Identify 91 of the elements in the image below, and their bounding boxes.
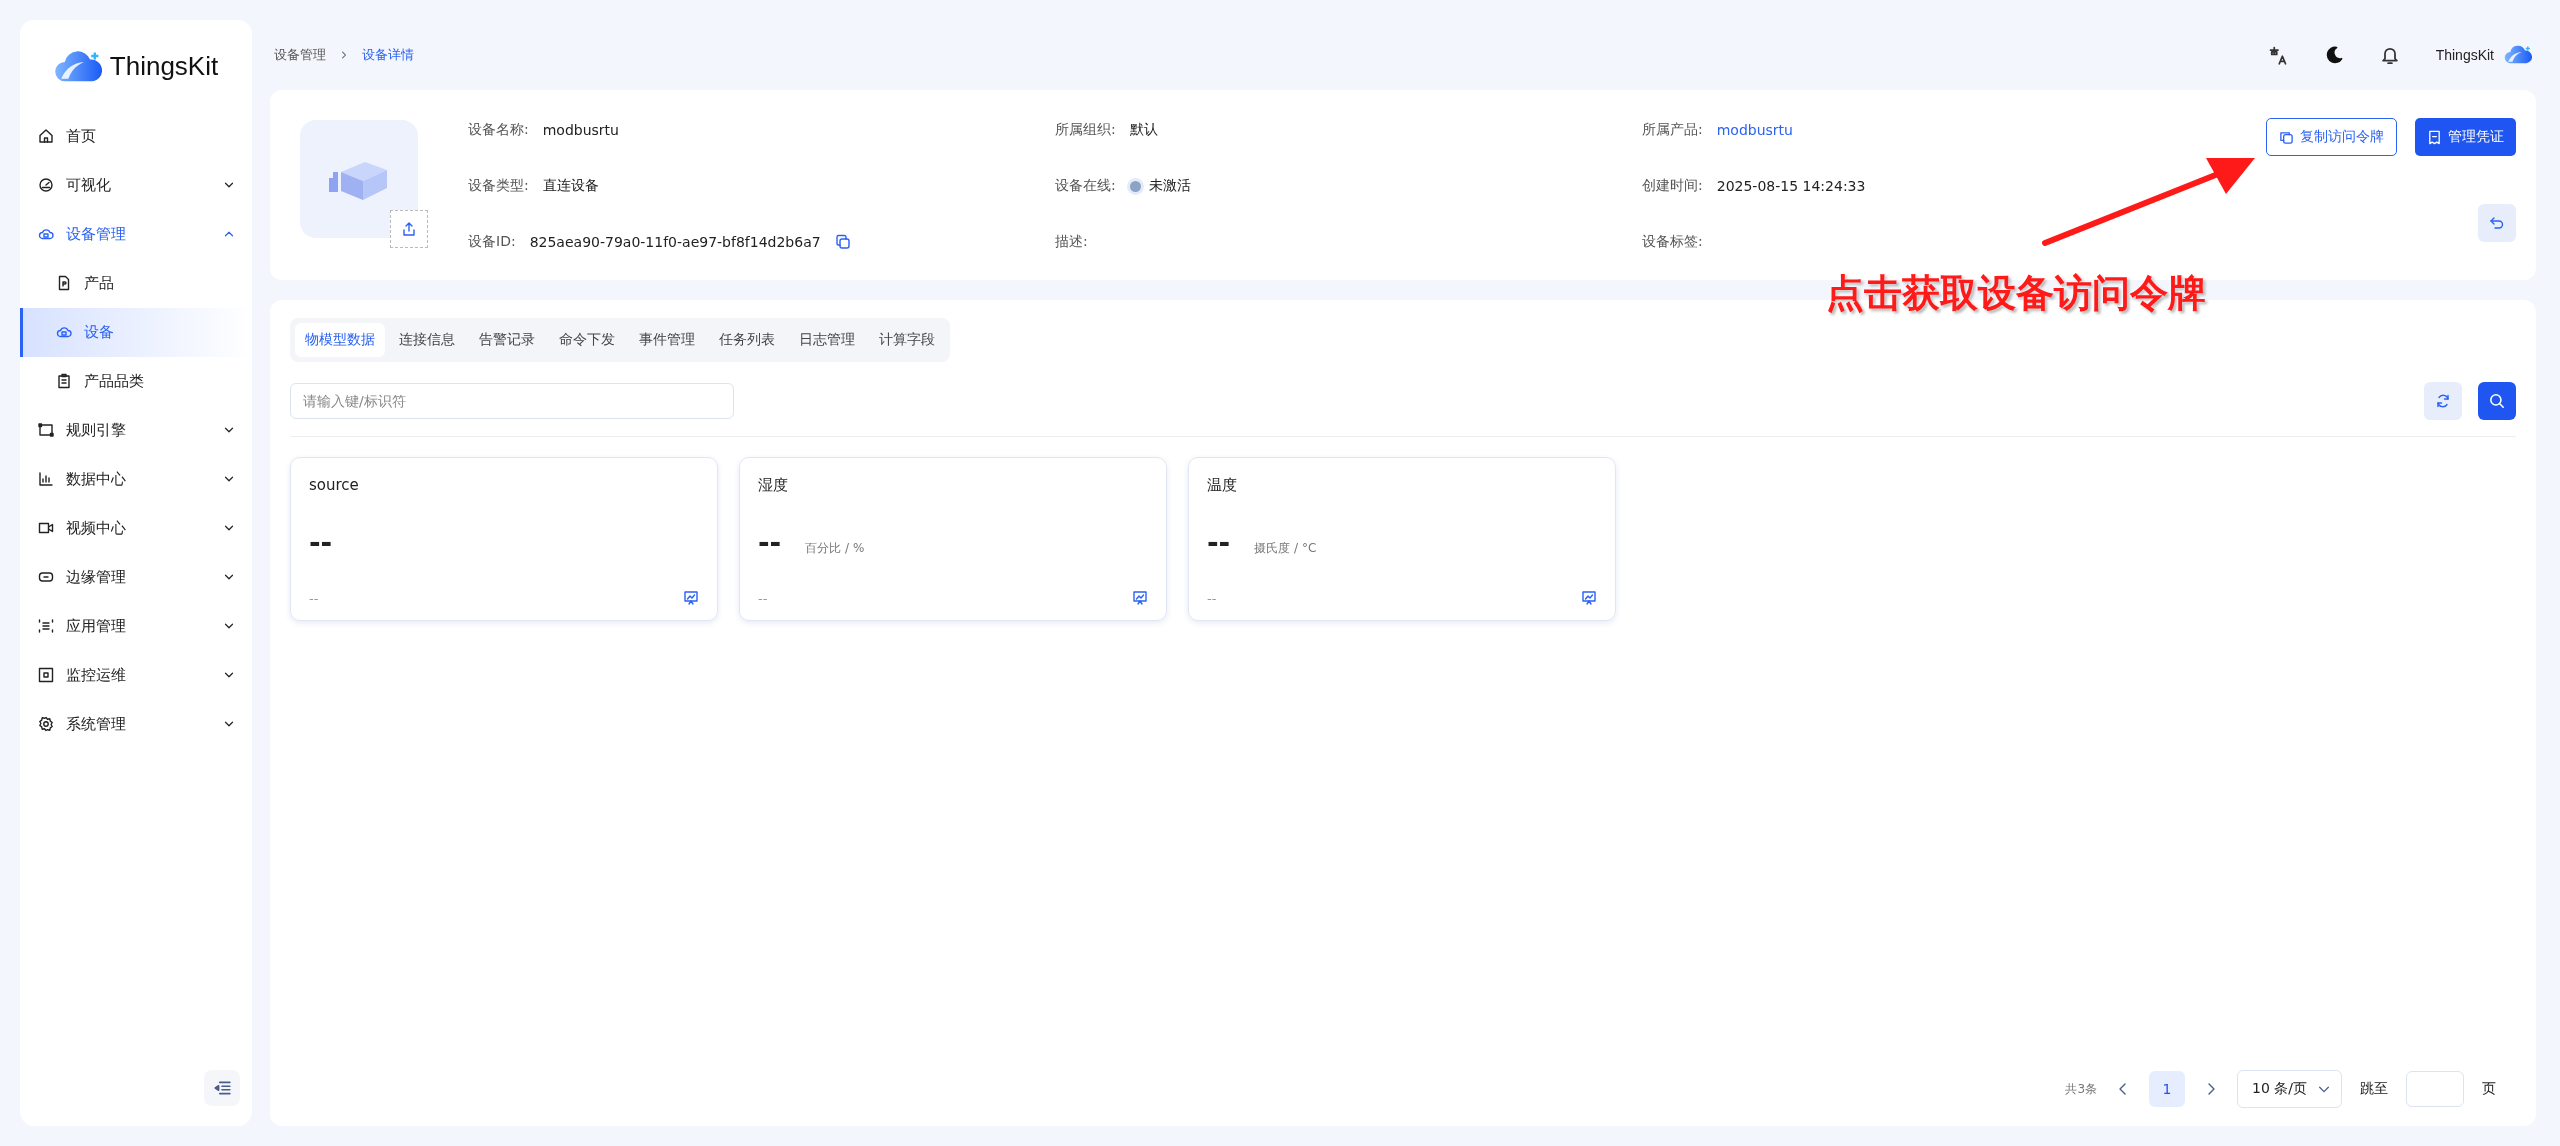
field-value: 2025-08-15 14:24:33 <box>1716 178 1866 194</box>
tab[interactable]: 命令下发 <box>549 323 625 357</box>
field-label: 设备ID: <box>468 233 516 251</box>
copy-icon <box>834 234 851 250</box>
field-label: 描述: <box>1055 233 1088 251</box>
field-label: 所属组织: <box>1055 121 1116 139</box>
manage-credentials-button[interactable]: 管理凭证 <box>2415 118 2516 156</box>
card-time: -- <box>309 590 319 606</box>
page-size-select[interactable]: 10 条/页 <box>2237 1070 2342 1108</box>
menu-item[interactable]: 监控运维 <box>20 650 252 700</box>
home-icon <box>38 128 54 145</box>
gauge-icon <box>38 177 54 194</box>
cloud-logo-icon <box>53 50 102 84</box>
chart-board-icon <box>1132 590 1148 606</box>
page-button[interactable]: 1 <box>2149 1071 2185 1107</box>
field-value: 825aea90-79a0-11f0-ae97-bf8f14d2b6a7 <box>529 234 821 250</box>
receipt-icon <box>2427 129 2442 145</box>
field-label: 设备名称: <box>468 121 529 139</box>
logo-text: ThingsKit <box>109 51 219 83</box>
card-value: -- <box>309 525 333 559</box>
tab[interactable]: 计算字段 <box>869 323 945 357</box>
field-label: 设备标签: <box>1642 233 1703 251</box>
refresh-button[interactable] <box>2424 382 2462 420</box>
scan-icon <box>38 618 54 635</box>
cloud-logo-icon <box>2504 45 2532 65</box>
card-title: 温度 <box>1207 476 1238 495</box>
field-label: 设备类型: <box>468 177 529 195</box>
document-icon <box>56 275 72 292</box>
menu-item[interactable]: 可视化 <box>20 160 252 210</box>
upload-button[interactable] <box>390 210 428 248</box>
tab[interactable]: 事件管理 <box>629 323 705 357</box>
field-value: modbusrtu <box>542 122 619 138</box>
status-dot <box>1129 180 1141 192</box>
collapse-menu-button[interactable] <box>204 1070 240 1106</box>
tab[interactable]: 日志管理 <box>789 323 865 357</box>
menu-item[interactable]: 规则引擎 <box>20 405 252 455</box>
card-unit: 百分比 / % <box>805 540 865 557</box>
menu-item[interactable]: 系统管理 <box>20 699 252 749</box>
card-time: -- <box>758 590 768 606</box>
search-field[interactable]: 请输入键/标识符 <box>290 383 734 419</box>
menu-item[interactable]: 产品 <box>20 258 252 308</box>
search-button[interactable] <box>2478 382 2516 420</box>
card-time: -- <box>1207 590 1217 606</box>
tab[interactable]: 告警记录 <box>469 323 545 357</box>
card-unit: 摄氏度 / °C <box>1254 540 1317 557</box>
refresh-icon <box>2435 393 2451 409</box>
menu-item[interactable]: 边缘管理 <box>20 552 252 602</box>
bar-chart-icon <box>38 471 54 488</box>
card-title: 湿度 <box>758 476 789 495</box>
nodes-icon <box>38 422 54 439</box>
total-count: 共3条 <box>2065 1080 2097 1098</box>
menu-item[interactable]: 首页 <box>20 111 252 161</box>
tab[interactable]: 物模型数据 <box>295 323 385 357</box>
copy-token-button[interactable]: 复制访问令牌 <box>2266 118 2397 156</box>
command-icon <box>38 667 54 684</box>
field-value: 直连设备 <box>542 177 599 195</box>
undo-icon <box>2489 215 2505 231</box>
bell-icon <box>2379 45 2400 65</box>
menu-item[interactable]: 设备管理 <box>20 209 252 259</box>
user-name[interactable]: ThingsKit <box>2435 47 2494 63</box>
field-value: 默认 <box>1129 121 1158 139</box>
chart-board-icon <box>1581 590 1597 606</box>
card-title: source <box>309 476 360 494</box>
jump-label: 跳至 <box>2360 1080 2388 1098</box>
field-label: 创建时间: <box>1642 177 1703 195</box>
annotation-text: 点击获取设备访问令牌 <box>1826 269 2206 317</box>
card-value: -- <box>758 526 782 559</box>
indent-icon <box>213 1079 231 1097</box>
search-icon <box>2488 392 2506 410</box>
tab[interactable]: 连接信息 <box>389 323 465 357</box>
upload-icon <box>401 221 417 237</box>
gear-icon <box>38 716 54 733</box>
back-button[interactable] <box>2478 204 2516 242</box>
field-value: 未激活 <box>1148 177 1191 195</box>
product-link[interactable]: modbusrtu <box>1716 122 1793 138</box>
card-value: -- <box>1207 526 1231 559</box>
menu-item[interactable]: 数据中心 <box>20 454 252 504</box>
menu-item[interactable]: 产品品类 <box>20 356 252 406</box>
breadcrumb-item[interactable]: 设备管理 <box>274 46 326 64</box>
clipboard-icon <box>56 373 72 390</box>
copy-icon <box>2279 129 2294 145</box>
menu-item[interactable]: 视频中心 <box>20 503 252 553</box>
translate-icon <box>2267 45 2288 65</box>
tab[interactable]: 任务列表 <box>709 323 785 357</box>
menu-item[interactable]: 应用管理 <box>20 601 252 651</box>
field-label: 设备在线: <box>1055 177 1116 195</box>
page-input[interactable] <box>2406 1071 2464 1107</box>
breadcrumb-item[interactable]: 设备详情 <box>362 46 414 64</box>
page-suffix: 页 <box>2482 1080 2496 1098</box>
chart-board-icon <box>683 590 699 606</box>
field-label: 所属产品: <box>1642 121 1703 139</box>
